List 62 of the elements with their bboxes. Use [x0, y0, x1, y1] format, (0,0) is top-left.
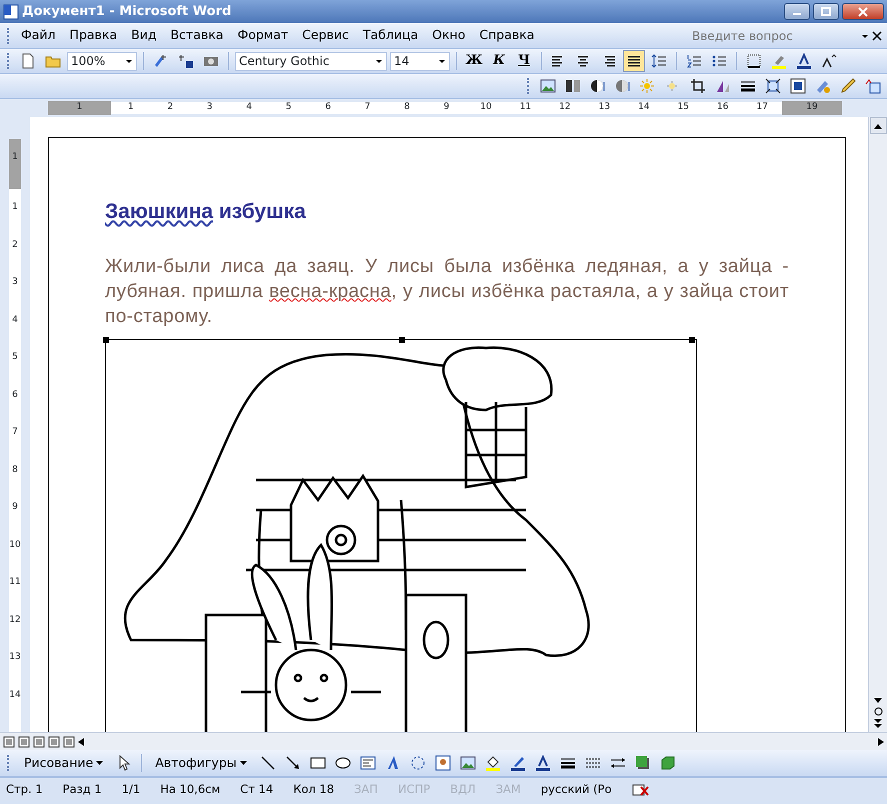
web-view-icon[interactable] — [18, 736, 30, 748]
status-item: Ст 14 — [240, 780, 274, 798]
menu-item[interactable]: Вставка — [163, 24, 230, 47]
reading-view-icon[interactable] — [63, 736, 75, 748]
menu-item[interactable]: Справка — [472, 24, 542, 47]
window-title: Документ1 - Microsoft Word — [22, 2, 232, 21]
maximize-button[interactable] — [813, 3, 839, 20]
menu-item[interactable]: Файл — [14, 24, 63, 47]
menu-item[interactable]: Формат — [230, 24, 296, 47]
caret-icon — [96, 760, 104, 766]
print-layout-icon[interactable] — [33, 736, 45, 748]
resize-handle[interactable] — [689, 336, 695, 342]
minimize-button[interactable] — [784, 3, 810, 20]
dropdown-icon — [125, 57, 133, 65]
close-button[interactable] — [842, 3, 884, 20]
status-item: Кол 18 — [293, 780, 334, 798]
dropdown-icon — [438, 57, 446, 65]
menu-item[interactable]: Правка — [62, 24, 124, 47]
resize-handle[interactable] — [399, 336, 405, 342]
scroll-right-icon[interactable] — [878, 738, 884, 746]
underline-button[interactable]: Ч — [513, 50, 535, 72]
menu-item[interactable]: Вид — [124, 24, 164, 47]
status-item: Разд 1 — [62, 780, 102, 798]
picture-frame[interactable] — [105, 338, 697, 732]
next-page-icon[interactable] — [874, 719, 882, 729]
scroll-left-icon[interactable] — [78, 738, 84, 746]
dropdown-icon — [375, 57, 383, 65]
help-field[interactable]: Введите вопрос — [690, 26, 860, 46]
justify-icon[interactable] — [623, 50, 645, 72]
browse-object-icon[interactable] — [874, 707, 882, 716]
resize-handle[interactable] — [103, 336, 109, 342]
outline-view-icon[interactable] — [48, 736, 60, 748]
vertical-ruler[interactable]: 1 1 2 3 4 5 6 7 8 9 10 11 12 13 14 — [9, 139, 21, 732]
italic-button[interactable]: К — [488, 50, 510, 72]
document-paragraph: Жили-были лиса да заяц. У лисы была избёнка ледяная, а у зайца - лубяная. пришла весна-красна, у лисы избёнка растаяла, а у зайца стоит по-старому. — [105, 254, 789, 328]
font-size-combo[interactable]: 14 — [390, 52, 450, 70]
bold-button[interactable]: Ж — [463, 50, 485, 72]
status-item: Стр. 1 — [6, 780, 43, 798]
toolbar-grip[interactable] — [7, 28, 10, 44]
vertical-scrollbar[interactable] — [868, 117, 887, 732]
word-icon — [3, 4, 19, 20]
draw-menu[interactable]: Рисование — [17, 752, 110, 774]
toolbar-grip[interactable] — [527, 78, 530, 94]
scroll-up-icon[interactable] — [874, 122, 882, 128]
document-heading: Заюшкина избушка — [105, 199, 307, 225]
toolbar-grip[interactable] — [7, 53, 10, 69]
zoom-combo[interactable]: 100% — [67, 52, 137, 70]
caret-icon — [240, 760, 247, 766]
status-item: На 10,6см — [160, 780, 220, 798]
scroll-down-icon[interactable] — [874, 698, 882, 704]
font-combo[interactable]: Century Gothic — [235, 52, 387, 70]
menu-item[interactable]: Окно — [425, 24, 472, 47]
status-item: русский (Ро — [540, 780, 612, 798]
autoshapes-menu[interactable]: Автофигуры — [148, 752, 254, 774]
normal-view-icon[interactable] — [3, 736, 15, 748]
menu-item[interactable]: Сервис — [295, 24, 356, 47]
menu-item[interactable]: Таблица — [356, 24, 426, 47]
horizontal-ruler[interactable]: 1 1 2 3 4 5 6 7 8 9 10 11 12 13 14 15 16 17 19 — [48, 102, 842, 114]
toolbar-grip[interactable] — [7, 755, 10, 771]
status-item: 1/1 — [122, 780, 140, 798]
spelling-status-icon[interactable] — [632, 782, 650, 796]
close-icon[interactable] — [870, 30, 884, 42]
